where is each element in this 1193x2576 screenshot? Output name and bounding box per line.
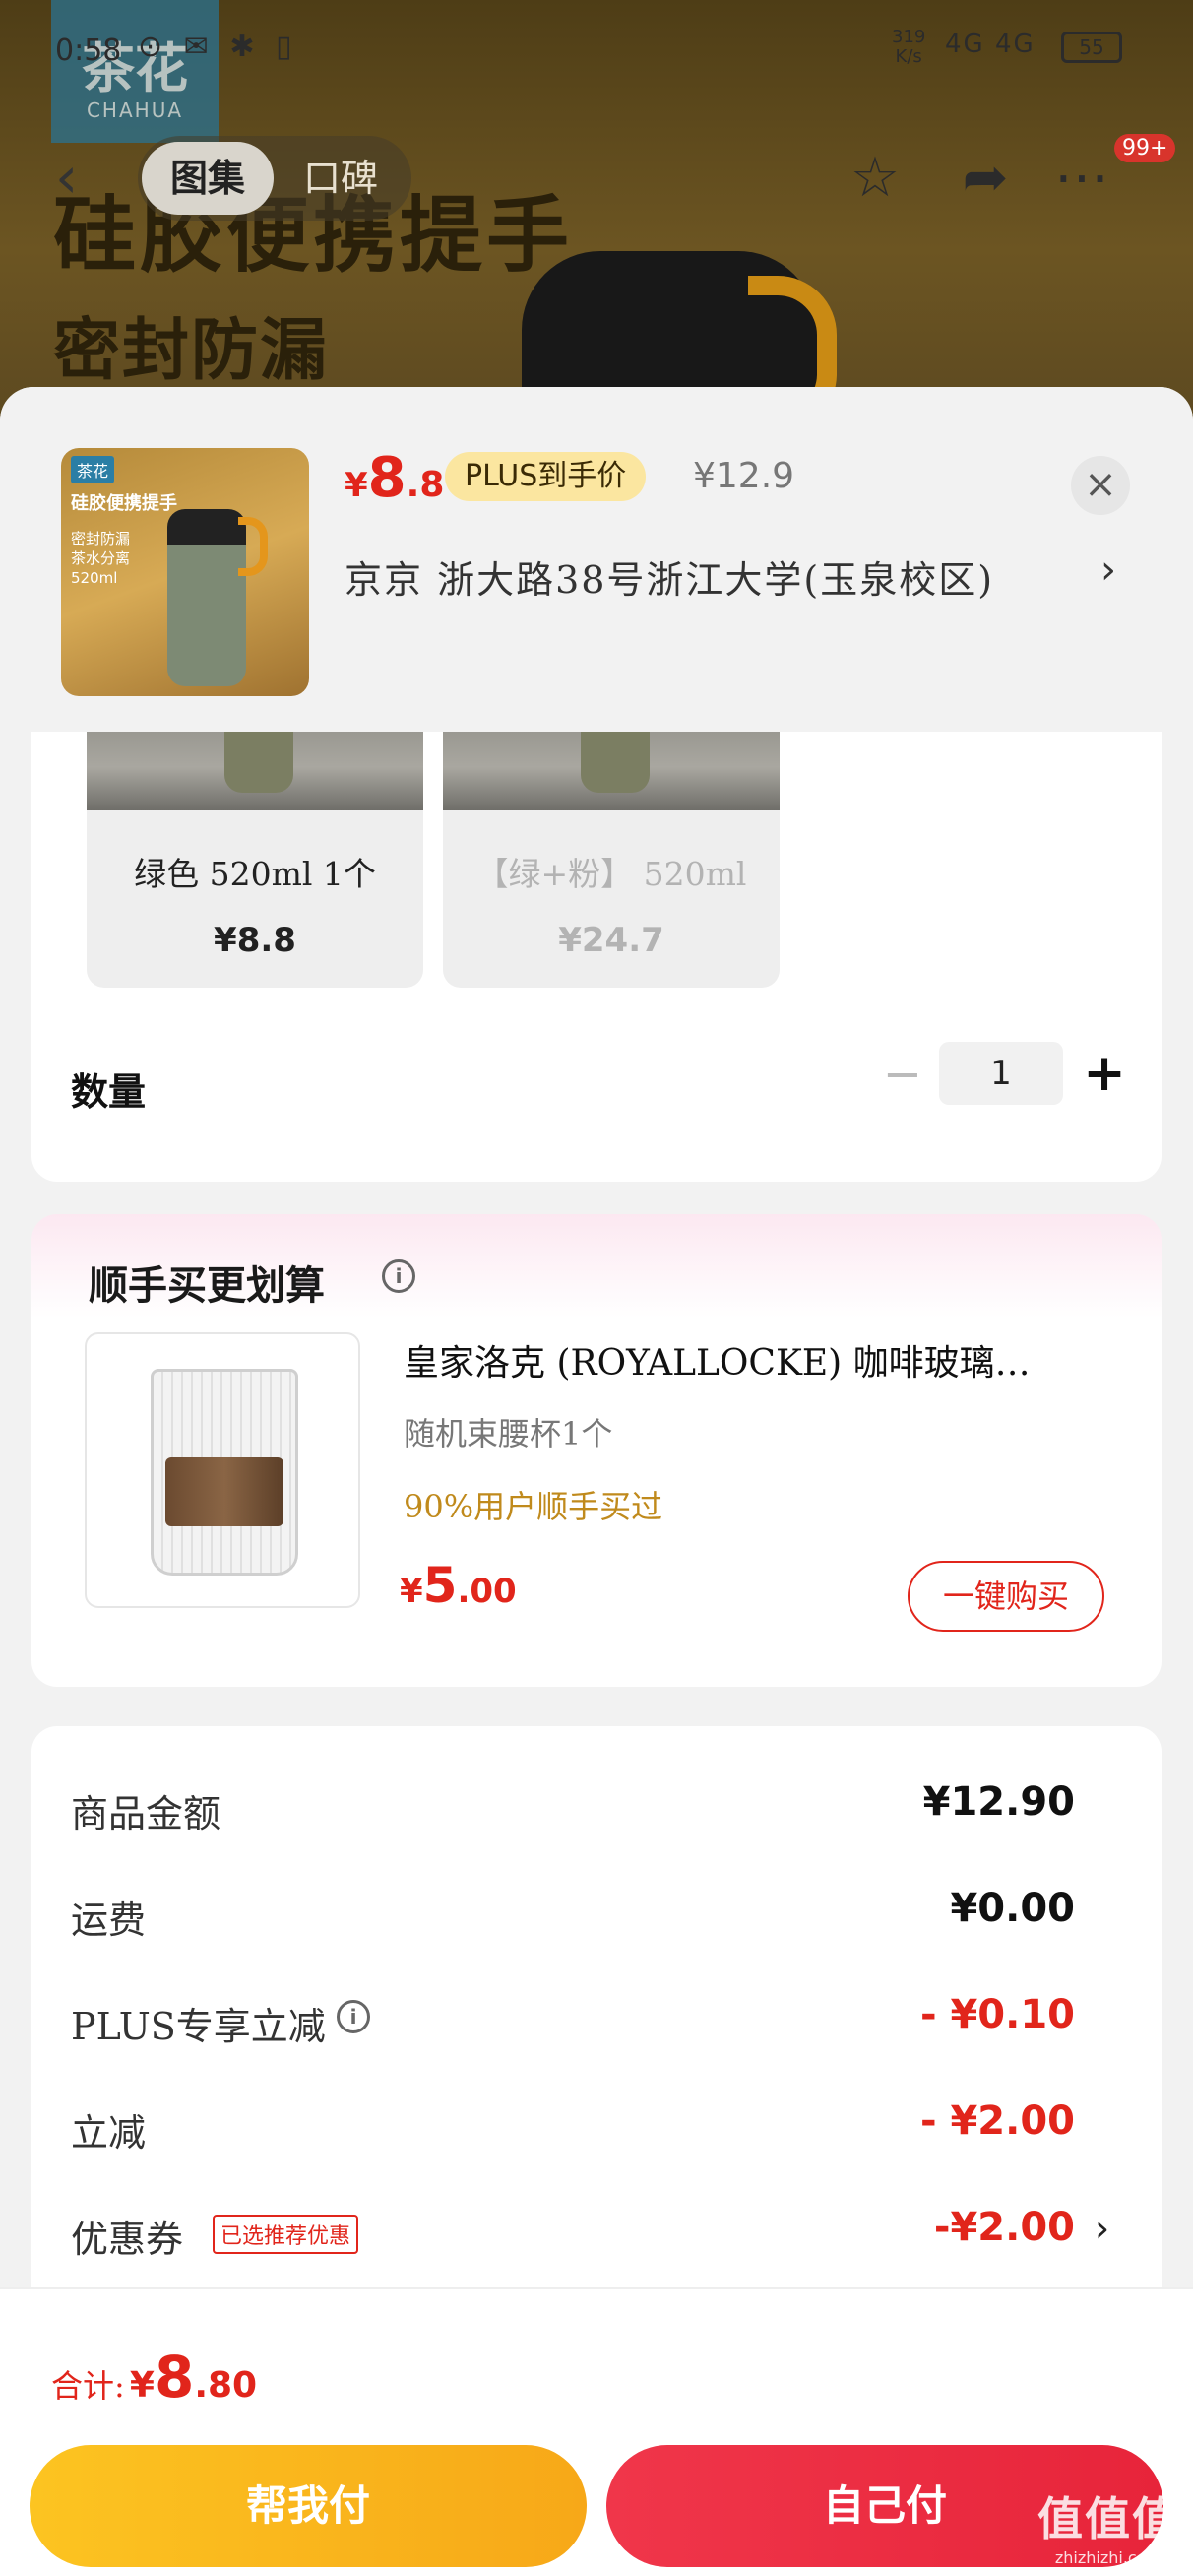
chevron-right-icon[interactable]: › bbox=[1100, 547, 1116, 593]
quantity-input[interactable]: 1 bbox=[939, 1042, 1063, 1105]
variant-price: ¥8.8 bbox=[214, 921, 296, 960]
summary-row-discount: 立减 - ¥2.00 bbox=[31, 2085, 1162, 2163]
price-summary-card: 商品金额 ¥12.90 运费 ¥0.00 PLUS专享立减 i - ¥0.10 … bbox=[31, 1726, 1162, 2297]
bundle-title: 顺手买更划算 bbox=[89, 1263, 325, 1309]
page-tabs: 图集 口碑 bbox=[138, 136, 411, 221]
battery-icon: 55 bbox=[1061, 32, 1122, 63]
watermark-url: zhizhizhi.com bbox=[1054, 2548, 1162, 2567]
summary-row-subtotal: 商品金额 ¥12.90 bbox=[31, 1766, 1162, 1844]
delivery-address[interactable]: 京京 浙大路38号浙江大学(玉泉校区) bbox=[345, 549, 994, 604]
back-arrow-icon[interactable]: ‹ bbox=[55, 148, 94, 207]
quantity-label: 数量 bbox=[71, 1070, 147, 1114]
summary-row-plus-discount: PLUS专享立减 i - ¥0.10 bbox=[31, 1978, 1162, 2057]
more-icon[interactable]: ⋯ bbox=[1047, 144, 1116, 213]
bundle-offer-card: 顺手买更划算 i 皇家洛克 (ROYALLOCKE) 咖啡玻璃… 随机束腰杯1个… bbox=[31, 1214, 1162, 1687]
info-icon[interactable]: i bbox=[382, 1259, 415, 1293]
message-badge: 99+ bbox=[1114, 134, 1176, 162]
coupon-tag: 已选推荐优惠 bbox=[213, 2215, 359, 2254]
bundle-product-name[interactable]: 皇家洛克 (ROYALLOCKE) 咖啡玻璃… bbox=[404, 1334, 1132, 1385]
quantity-decrease-button[interactable]: − bbox=[878, 1047, 927, 1106]
status-time: 0:58 bbox=[55, 33, 122, 68]
variant-option[interactable]: 绿色 520ml 1个 ¥8.8 bbox=[87, 702, 423, 988]
signal-icon: 4G 4G bbox=[945, 30, 1036, 59]
order-total: 合计: ¥8.80 bbox=[51, 2344, 257, 2411]
summary-label: 优惠券 bbox=[71, 2218, 184, 2261]
bundle-price: ¥5.00 bbox=[400, 1557, 517, 1614]
product-thumbnail: 茶花 硅胶便携提手 密封防漏 茶水分离 520ml bbox=[61, 448, 309, 696]
summary-label: PLUS专享立减 bbox=[71, 2005, 326, 2048]
total-label: 合计: bbox=[51, 2367, 125, 2405]
plus-price-tag: PLUS到手价 bbox=[445, 452, 647, 501]
star-icon[interactable]: ☆ bbox=[841, 144, 910, 213]
bundle-product-image[interactable] bbox=[85, 1332, 360, 1608]
sheet-header: 茶花 硅胶便携提手 密封防漏 茶水分离 520ml ¥8.8 PLUS到手价 ¥… bbox=[0, 387, 1193, 732]
info-icon[interactable]: i bbox=[337, 2000, 370, 2033]
price-currency: ¥ bbox=[345, 466, 368, 505]
price-currency: ¥ bbox=[400, 1572, 423, 1611]
thumb-title: 硅胶便携提手 bbox=[71, 493, 177, 514]
bundle-social-proof: 90%用户顺手买过 bbox=[404, 1488, 663, 1525]
variants-card: 绿色 520ml 1个 ¥8.8 【绿+粉】 520ml ¥24.7 数量 − … bbox=[31, 702, 1162, 1182]
summary-row-coupon[interactable]: 优惠券 已选推荐优惠 -¥2.00 › bbox=[31, 2191, 1162, 2270]
help-me-pay-button[interactable]: 帮我付 bbox=[30, 2445, 587, 2567]
watermark: 值值值 zhizhizhi.com bbox=[1037, 2483, 1179, 2567]
variant-option-disabled[interactable]: 【绿+粉】 520ml ¥24.7 bbox=[443, 702, 780, 988]
thumb-lines: 密封防漏 茶水分离 520ml bbox=[71, 530, 131, 587]
summary-value: - ¥2.00 bbox=[919, 2098, 1075, 2144]
summary-value: - ¥0.10 bbox=[919, 1992, 1075, 2037]
quantity-increase-button[interactable]: + bbox=[1075, 1043, 1134, 1106]
summary-label: 商品金额 bbox=[71, 1792, 221, 1835]
one-click-buy-button[interactable]: 一键购买 bbox=[908, 1561, 1104, 1632]
total-currency: ¥ bbox=[129, 2365, 155, 2406]
total-integer: 8 bbox=[154, 2344, 195, 2411]
price-decimal: .8 bbox=[406, 465, 445, 505]
summary-row-shipping: 运费 ¥0.00 bbox=[31, 1872, 1162, 1951]
original-price: ¥12.9 bbox=[693, 456, 795, 496]
price-integer: 5 bbox=[422, 1557, 458, 1614]
chevron-right-icon[interactable]: › bbox=[1095, 2207, 1109, 2250]
price-integer: 8 bbox=[367, 446, 407, 510]
current-price: ¥8.8 bbox=[345, 446, 444, 510]
variant-name: 绿色 520ml 1个 bbox=[134, 855, 376, 893]
summary-value: ¥12.90 bbox=[922, 1779, 1075, 1825]
logo-subtext: CHAHUA bbox=[86, 98, 184, 122]
price-decimal: .00 bbox=[457, 1572, 517, 1611]
checkout-bar: 合计: ¥8.80 帮我付 自己付 bbox=[0, 2287, 1193, 2576]
sku-sheet: 绿色 520ml 1个 ¥8.8 【绿+粉】 520ml ¥24.7 数量 − … bbox=[0, 387, 1193, 2576]
tab-reviews[interactable]: 口碑 bbox=[303, 136, 378, 221]
summary-label: 立减 bbox=[71, 2111, 147, 2155]
summary-value: ¥0.00 bbox=[950, 1886, 1075, 1931]
summary-label: 运费 bbox=[71, 1899, 147, 1942]
bundle-product-desc: 随机束腰杯1个 bbox=[404, 1415, 613, 1452]
variant-name: 【绿+粉】 520ml bbox=[475, 855, 747, 893]
net-speed: 319 K/s bbox=[892, 27, 926, 67]
status-icons: ⊙ ✉ ✱ ▯ bbox=[138, 30, 298, 64]
share-icon[interactable]: ➦ bbox=[951, 144, 1020, 213]
tab-gallery[interactable]: 图集 bbox=[142, 142, 274, 215]
thumb-brand: 茶花 bbox=[71, 456, 115, 483]
close-button[interactable]: × bbox=[1071, 456, 1130, 515]
variant-price: ¥24.7 bbox=[558, 921, 664, 960]
watermark-text: 值值值 bbox=[1037, 2492, 1179, 2545]
status-bar: 0:58 ⊙ ✉ ✱ ▯ 319 K/s 4G 4G 55 bbox=[0, 0, 1193, 98]
summary-value: -¥2.00 bbox=[933, 2205, 1075, 2250]
total-decimal: .80 bbox=[194, 2365, 258, 2406]
